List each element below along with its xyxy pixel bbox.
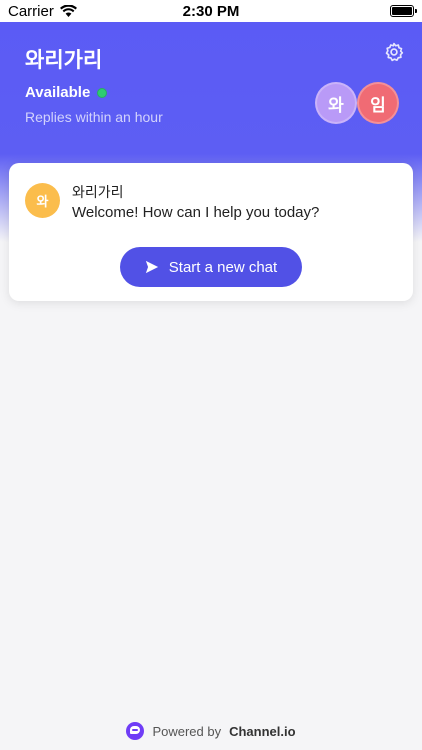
bot-avatar: 와 — [25, 183, 60, 218]
manager-avatar-2: 임 — [357, 82, 399, 124]
welcome-card: 와 와리가리 Welcome! How can I help you today… — [9, 163, 413, 301]
channel-title: 와리가리 — [25, 49, 103, 72]
powered-by-footer[interactable]: Powered by Channel.io — [0, 720, 422, 742]
wifi-icon — [59, 5, 77, 17]
carrier-label: Carrier — [8, 2, 54, 20]
avatar-initial: 임 — [370, 95, 386, 115]
reply-time-label: Replies within an hour — [25, 109, 163, 125]
availability-label: Available — [25, 84, 91, 101]
app-screen: Carrier 2:30 PM 와리가리 Available Replies w… — [0, 0, 422, 750]
channel-logo-icon — [126, 722, 145, 740]
availability-row: Available — [25, 84, 108, 101]
gear-icon[interactable] — [384, 42, 404, 62]
battery-fill — [392, 7, 412, 15]
send-icon — [145, 260, 158, 274]
start-chat-label: Start a new chat — [168, 258, 278, 276]
status-right — [264, 5, 417, 17]
avatar-initial: 와 — [328, 95, 344, 115]
powered-by-label: Powered by — [152, 723, 222, 739]
online-status-icon — [97, 87, 108, 98]
status-bar: Carrier 2:30 PM — [0, 0, 422, 22]
battery-icon — [390, 5, 417, 17]
start-new-chat-button[interactable]: Start a new chat — [120, 247, 302, 287]
status-left: Carrier — [8, 3, 158, 20]
welcome-message: Welcome! How can I help you today? — [72, 204, 320, 221]
manager-avatar-1: 와 — [315, 82, 357, 124]
avatar-initial: 와 — [36, 194, 49, 209]
status-time: 2:30 PM — [182, 2, 240, 20]
brand-label: Channel.io — [229, 723, 296, 739]
sender-name: 와리가리 — [72, 184, 124, 200]
